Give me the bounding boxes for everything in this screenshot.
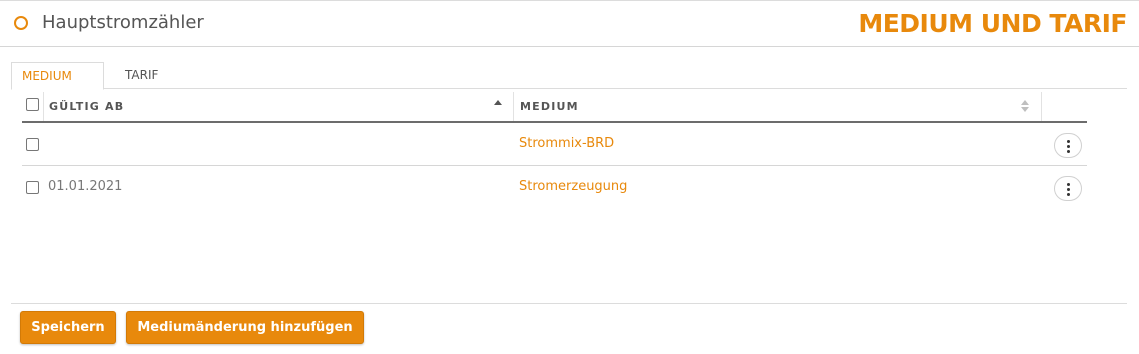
sort-unsorted-icon[interactable] xyxy=(1021,100,1029,112)
table-row: 01.01.2021 Stromerzeugung xyxy=(22,166,1087,209)
page-header: Hauptstromzähler MEDIUM UND TARIF xyxy=(0,1,1139,47)
add-medium-change-button[interactable]: Mediumänderung hinzufügen xyxy=(126,311,364,344)
tab-tarif[interactable]: TARIF xyxy=(115,62,168,89)
status-circle-icon xyxy=(14,16,28,30)
sort-ascending-icon[interactable] xyxy=(494,100,502,105)
tab-medium[interactable]: MEDIUM xyxy=(11,62,104,90)
section-title: MEDIUM UND TARIF xyxy=(858,9,1127,38)
cell-medium-link[interactable]: Strommix-BRD xyxy=(519,136,614,151)
footer-divider xyxy=(11,303,1127,304)
medium-table: GÜLTIG AB MEDIUM Strommix-BRD 01.01.2021… xyxy=(22,90,1087,209)
row-checkbox[interactable] xyxy=(26,181,39,194)
tab-bar: MEDIUM TARIF xyxy=(11,62,1127,90)
column-header-valid-from[interactable]: GÜLTIG AB xyxy=(49,90,124,121)
cell-medium-link[interactable]: Stromerzeugung xyxy=(519,179,627,194)
table-header: GÜLTIG AB MEDIUM xyxy=(22,90,1087,123)
column-header-medium[interactable]: MEDIUM xyxy=(520,90,579,121)
cell-valid-from: 01.01.2021 xyxy=(48,179,123,194)
column-separator xyxy=(1041,92,1042,121)
row-actions-button[interactable] xyxy=(1054,133,1082,158)
page-title: Hauptstromzähler xyxy=(42,12,204,33)
save-button[interactable]: Speichern xyxy=(20,311,116,344)
row-actions-button[interactable] xyxy=(1054,176,1082,201)
table-row: Strommix-BRD xyxy=(22,123,1087,166)
select-all-checkbox[interactable] xyxy=(26,98,39,111)
more-vertical-icon xyxy=(1067,183,1070,186)
more-vertical-icon xyxy=(1067,140,1070,143)
column-separator xyxy=(513,92,514,121)
row-checkbox[interactable] xyxy=(26,138,39,151)
column-separator xyxy=(43,92,44,121)
